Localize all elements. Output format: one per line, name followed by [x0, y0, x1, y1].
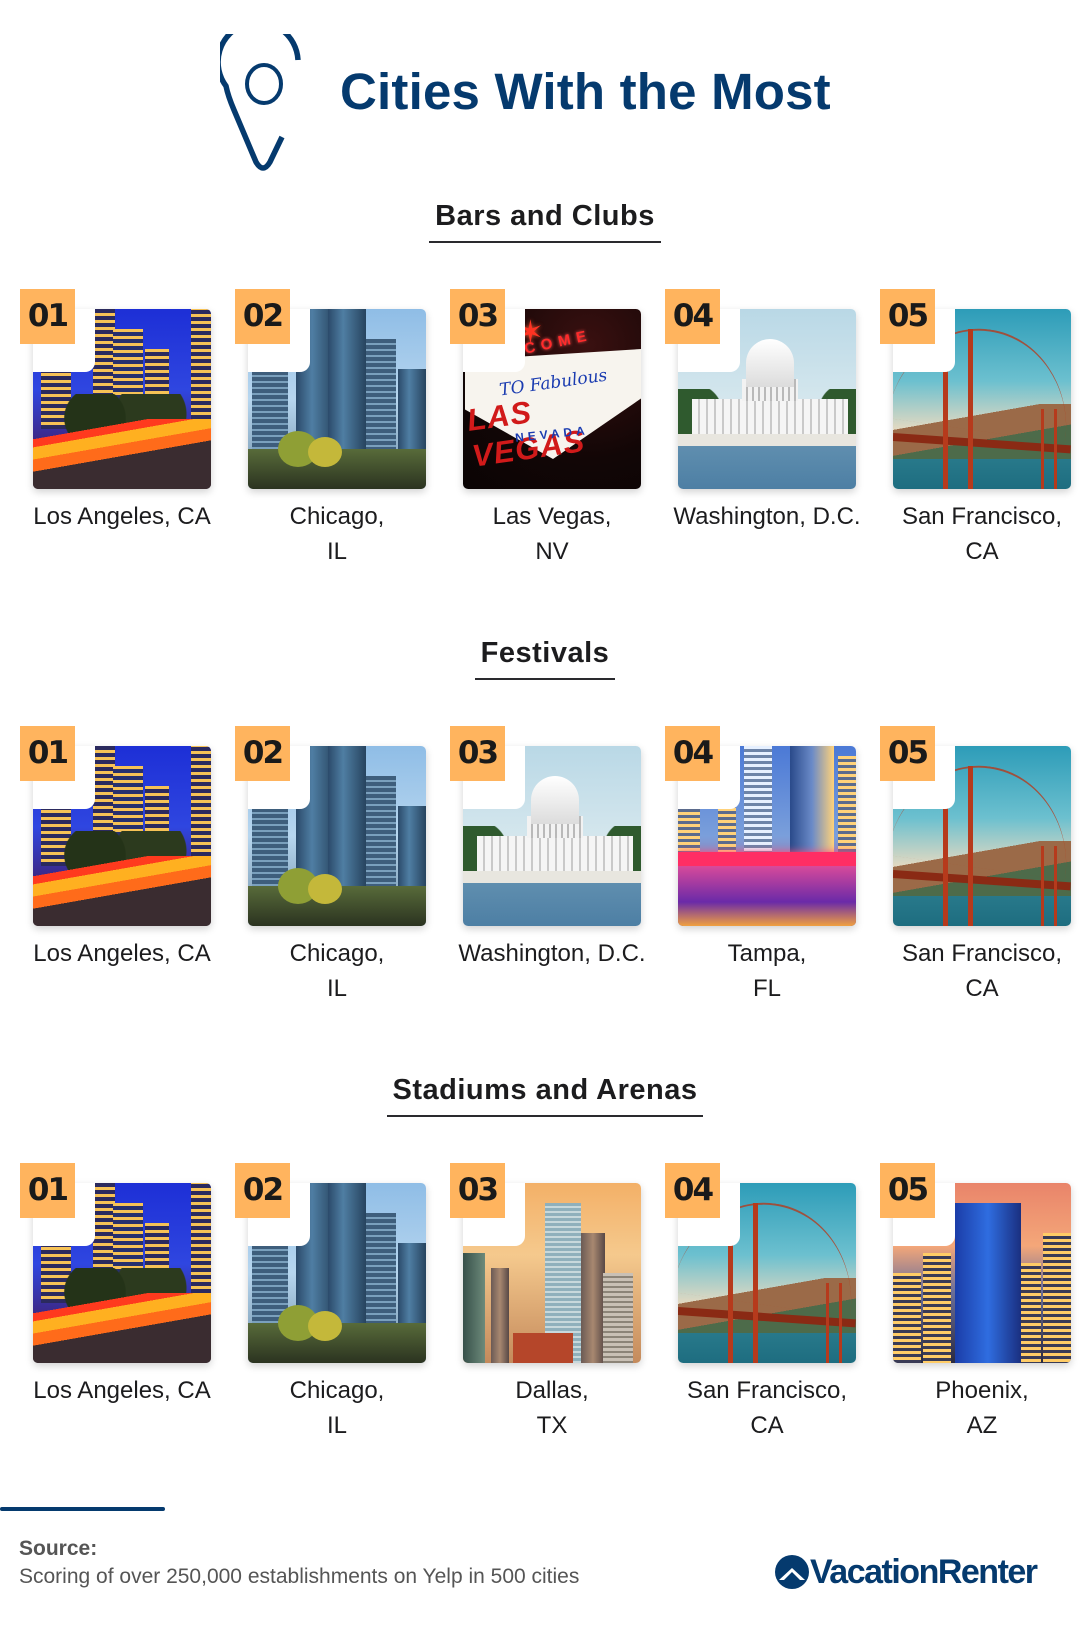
city-row-bars-and-clubs: 01 Los Angeles, CA 02 Chicago, IL ✶ WELC… [0, 289, 1090, 589]
rank-badge: 04 [665, 1163, 720, 1218]
city-state: AZ [966, 1412, 998, 1439]
city-name: Tampa, [727, 940, 807, 967]
rank-badge: 01 [20, 289, 75, 344]
city-label: Tampa, FL [657, 936, 877, 1006]
city-card: 01 Los Angeles, CA [20, 289, 235, 589]
city-card: 01 Los Angeles, CA [20, 726, 235, 1026]
city-card: 01 Los Angeles, CA [20, 1163, 235, 1463]
city-label: Chicago, IL [227, 1373, 447, 1443]
city-label: Dallas, TX [442, 1373, 662, 1443]
rank-badge: 04 [665, 289, 720, 344]
rank-badge: 01 [20, 726, 75, 781]
city-row-stadiums-and-arenas: 01 Los Angeles, CA 02 Chicago, IL 03 Dal… [0, 1163, 1090, 1463]
city-label: San Francisco, CA [872, 936, 1090, 1006]
footer-divider [0, 1507, 165, 1511]
city-label: Los Angeles, CA [12, 936, 232, 971]
city-name: Chicago, [289, 940, 385, 967]
city-card: 04 Washington, D.C. [665, 289, 880, 589]
rank-badge: 02 [235, 289, 290, 344]
source-text: Scoring of over 250,000 establishments o… [19, 1565, 580, 1588]
city-card: ✶ WELCOME TO Fabulous LAS VEGAS NEVADA 0… [450, 289, 665, 589]
rank-badge: 05 [880, 726, 935, 781]
section-heading-text: Festivals [474, 637, 616, 680]
city-name: Chicago, [289, 503, 385, 530]
city-state: IL [326, 538, 347, 565]
city-name: Los Angeles, CA [33, 503, 211, 530]
section-heading-stadiums-and-arenas: Stadiums and Arenas [0, 1074, 1090, 1117]
city-state: TX [536, 1412, 568, 1439]
page-title: Cities With the Most [340, 63, 831, 120]
city-row-festivals: 01 Los Angeles, CA 02 Chicago, IL 03 Was… [0, 726, 1090, 1026]
city-label: Los Angeles, CA [12, 499, 232, 534]
city-label: San Francisco, CA [872, 499, 1090, 569]
city-card: 03 Washington, D.C. [450, 726, 665, 1026]
city-name: Phoenix, [935, 1377, 1029, 1404]
city-card: 05 San Francisco, CA [880, 726, 1090, 1026]
city-card: 05 Phoenix, AZ [880, 1163, 1090, 1463]
city-state: CA [750, 1412, 784, 1439]
rank-badge: 03 [450, 1163, 505, 1218]
city-label: Washington, D.C. [442, 936, 662, 971]
house-roof-icon [775, 1555, 809, 1589]
rank-badge: 03 [450, 289, 505, 344]
rank-badge: 05 [880, 289, 935, 344]
city-name: San Francisco, [686, 1377, 848, 1404]
city-name: Los Angeles, CA [33, 940, 211, 967]
city-state: IL [326, 1412, 347, 1439]
vacationrenter-logo: VacationRenter [775, 1552, 1038, 1592]
city-label: Las Vegas, NV [442, 499, 662, 569]
city-name: Washington, D.C. [673, 503, 861, 530]
section-heading-text: Stadiums and Arenas [386, 1074, 704, 1117]
city-state: CA [965, 538, 999, 565]
rank-badge: 03 [450, 726, 505, 781]
section-heading-festivals: Festivals [0, 637, 1090, 680]
city-label: Chicago, IL [227, 936, 447, 1006]
city-state: FL [752, 975, 781, 1002]
city-card: 05 San Francisco, CA [880, 289, 1090, 589]
city-card: 04 San Francisco, CA [665, 1163, 880, 1463]
city-label: Chicago, IL [227, 499, 447, 569]
city-card: 03 Dallas, TX [450, 1163, 665, 1463]
rank-badge: 02 [235, 1163, 290, 1218]
logo-text: VacationRenter [810, 1552, 1038, 1591]
city-state: IL [326, 975, 347, 1002]
city-name: Dallas, [515, 1377, 589, 1404]
source-label: Source: [19, 1537, 98, 1560]
city-name: Los Angeles, CA [33, 1377, 211, 1404]
city-state: CA [965, 975, 999, 1002]
rank-badge: 01 [20, 1163, 75, 1218]
city-label: Washington, D.C. [657, 499, 877, 534]
map-pin-icon [220, 34, 301, 171]
city-name: Chicago, [289, 1377, 385, 1404]
city-label: Los Angeles, CA [12, 1373, 232, 1408]
city-name: Washington, D.C. [458, 940, 646, 967]
city-card: 02 Chicago, IL [235, 726, 450, 1026]
city-label: San Francisco, CA [657, 1373, 877, 1443]
city-state: NV [535, 538, 569, 565]
rank-badge: 02 [235, 726, 290, 781]
city-card: 02 Chicago, IL [235, 1163, 450, 1463]
city-card: 04 Tampa, FL [665, 726, 880, 1026]
rank-badge: 04 [665, 726, 720, 781]
city-name: San Francisco, [901, 503, 1063, 530]
city-label: Phoenix, AZ [872, 1373, 1090, 1443]
section-heading-bars-and-clubs: Bars and Clubs [0, 200, 1090, 243]
section-heading-text: Bars and Clubs [429, 200, 661, 243]
city-name: San Francisco, [901, 940, 1063, 967]
city-card: 02 Chicago, IL [235, 289, 450, 589]
rank-badge: 05 [880, 1163, 935, 1218]
city-name: Las Vegas, [492, 503, 612, 530]
